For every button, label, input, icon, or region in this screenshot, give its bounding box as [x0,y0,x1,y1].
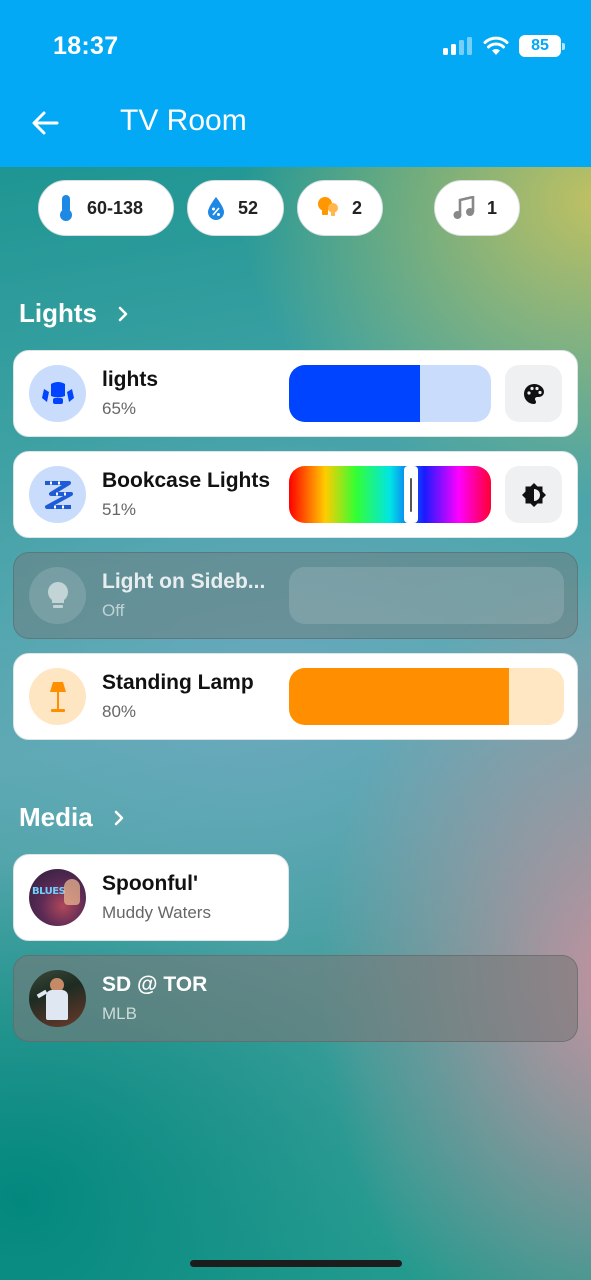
hue-handle[interactable] [404,466,418,523]
brightness-icon [521,482,546,507]
thermometer-icon [60,195,72,221]
media-card-mlb[interactable]: SD @ TOR MLB [13,955,578,1042]
temperature-value: 60-138 [87,197,144,218]
lights-on-icon [318,197,338,216]
chevron-right-icon [118,306,128,321]
light-name: Bookcase Lights [102,469,271,492]
media-title: SD @ TOR [102,973,208,996]
battery-indicator: 85 [519,35,565,57]
music-note-icon [453,196,475,219]
light-state: 65% [102,399,137,418]
floor-lamp-icon [29,668,86,725]
media-section-header[interactable]: Media [19,802,125,833]
light-state: Off [102,601,125,620]
wifi-icon [483,36,509,55]
media-card-spoonful[interactable]: BLUES Spoonful' Muddy Waters [13,854,289,941]
lights-section-title: Lights [19,298,97,328]
hue-slider[interactable] [289,466,491,523]
media-section-title: Media [19,802,93,832]
brightness-slider[interactable] [289,668,564,725]
lights-on-count: 2 [352,197,363,218]
humidity-value: 52 [238,197,259,218]
media-artist: Muddy Waters [102,903,211,922]
media-title: Spoonful' [102,872,198,895]
color-button[interactable] [505,365,562,422]
palette-icon [523,383,544,404]
light-card-standing-lamp[interactable]: Standing Lamp 80% [13,653,578,740]
media-thumbnail [29,970,86,1027]
page-title: TV Room [120,104,247,137]
humidity-icon [208,197,224,220]
cellular-signal-icon [443,37,472,55]
status-time: 18:37 [53,32,119,60]
home-indicator [190,1260,402,1267]
brightness-slider[interactable] [289,365,491,422]
light-state: 80% [102,702,137,721]
light-card-sideboard[interactable]: Light on Sideb... Off [13,552,578,639]
light-name: lights [102,368,158,391]
light-name: Standing Lamp [102,671,254,694]
arrow-left-icon [32,111,59,135]
chevron-right-icon [114,810,123,825]
led-strip-icon [29,466,86,523]
brightness-slider[interactable] [289,567,564,624]
status-icons: 85 [443,35,565,57]
ceiling-light-icon [29,365,86,422]
brightness-fill [289,365,421,422]
brightness-button[interactable] [505,466,562,523]
media-count: 1 [487,197,498,218]
light-card-lights[interactable]: lights 65% [13,350,578,437]
album-art: BLUES [29,869,86,926]
album-art-text: BLUES [32,886,66,897]
temperature-chip[interactable]: 60-138 [38,180,174,236]
back-button[interactable] [28,106,62,140]
app-bar: 18:37 85 TV Room [0,0,591,167]
light-state: 51% [102,500,137,519]
light-card-bookcase[interactable]: Bookcase Lights 51% [13,451,578,538]
lights-section-header[interactable]: Lights [19,298,129,329]
humidity-chip[interactable]: 52 [187,180,284,236]
media-artist: MLB [102,1004,137,1023]
brightness-fill [289,668,509,725]
light-name: Light on Sideb... [102,570,266,593]
lights-on-chip[interactable]: 2 [297,180,383,236]
bulb-icon [29,567,86,624]
media-chip[interactable]: 1 [434,180,520,236]
